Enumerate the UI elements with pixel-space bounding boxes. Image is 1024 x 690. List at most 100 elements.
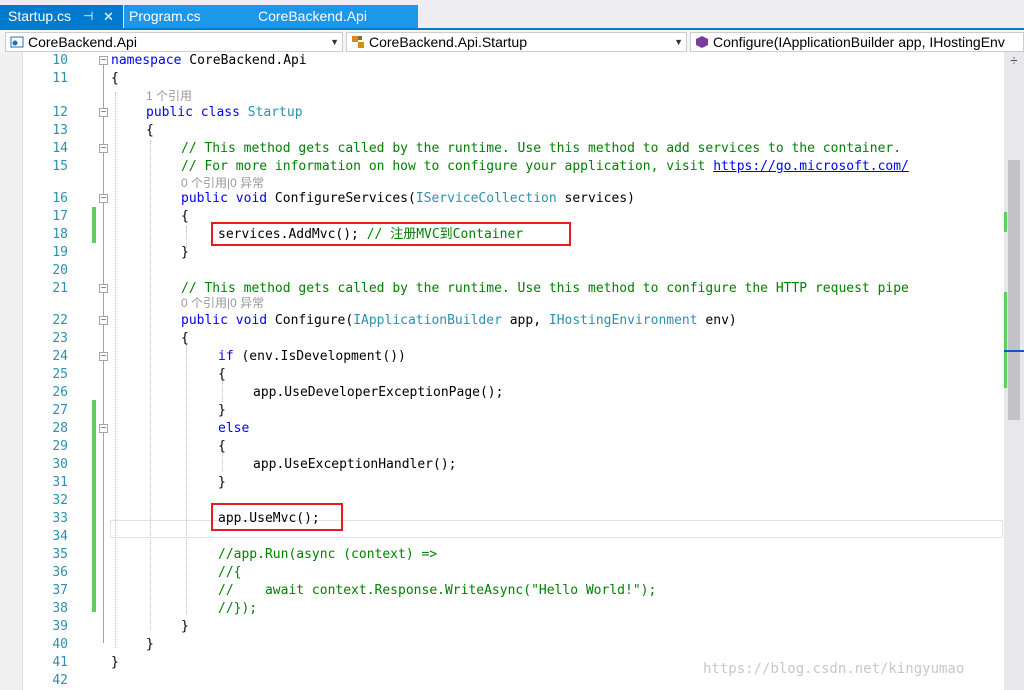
line-number: 14: [52, 141, 68, 156]
project-name: CoreBackend.Api: [28, 34, 137, 50]
comment: //app.Run(async (context) =>: [218, 547, 438, 562]
type-name: IHostingEnvironment: [548, 313, 698, 328]
code-line: 40 }: [0, 636, 1004, 654]
code-line: 11 {: [0, 70, 1004, 88]
line-number: 38: [52, 601, 68, 616]
class-icon: [352, 36, 364, 48]
member-dropdown[interactable]: Configure(IApplicationBuilder app, IHost…: [690, 32, 1024, 52]
brace: }: [218, 403, 226, 418]
codelens-references[interactable]: 1 个引用: [146, 88, 192, 104]
type-name: IApplicationBuilder: [353, 313, 502, 328]
method-icon: [696, 36, 708, 48]
brace: }: [218, 475, 226, 490]
close-icon[interactable]: ✕: [103, 5, 114, 28]
code-line: 28 − else: [0, 420, 1004, 438]
code-line: 15 // For more information on how to con…: [0, 158, 1004, 176]
code-line: 30 app.UseExceptionHandler();: [0, 456, 1004, 474]
keyword: public void: [181, 313, 268, 328]
collapse-icon[interactable]: −: [99, 144, 108, 154]
line-number: 25: [52, 367, 68, 382]
tab-program-cs[interactable]: Program.cs: [129, 5, 201, 28]
line-number: 37: [52, 583, 68, 598]
tab-label: Startup.cs: [8, 8, 72, 24]
line-number: 20: [52, 263, 68, 278]
line-number: 11: [52, 71, 68, 86]
parameter: app,: [501, 313, 549, 328]
line-number: 30: [52, 457, 68, 472]
line-number: 19: [52, 245, 68, 260]
navigation-bar: CoreBackend.Api ▼ CoreBackend.Api.Startu…: [0, 30, 1024, 53]
brace: {: [146, 123, 154, 138]
code-line: 21 − // This method gets called by the r…: [0, 280, 1004, 298]
change-marker: [1004, 292, 1007, 388]
tab-corebackend-api[interactable]: CoreBackend.Api: [258, 5, 367, 28]
code-line: 32: [0, 492, 1004, 510]
brace: {: [218, 367, 226, 382]
code-line: 23 {: [0, 330, 1004, 348]
brace: }: [181, 245, 189, 260]
comment: // For more information on how to config…: [181, 159, 714, 174]
line-number: 29: [52, 439, 68, 454]
line-number: 21: [52, 281, 68, 296]
collapse-icon[interactable]: −: [99, 108, 108, 118]
method-name: Configure(: [267, 313, 354, 328]
line-number: 42: [52, 673, 68, 688]
line-number: 36: [52, 565, 68, 580]
class-name: CoreBackend.Api.Startup: [369, 34, 527, 50]
keyword: public void: [181, 191, 268, 206]
codelens-references[interactable]: 0 个引用|0 异常: [181, 175, 264, 191]
code-line: 38 //});: [0, 600, 1004, 618]
code-line: 27 }: [0, 402, 1004, 420]
collapse-icon[interactable]: −: [99, 284, 108, 294]
watermark-text: https://blog.csdn.net/kingyumao: [703, 661, 965, 677]
collapse-icon[interactable]: −: [99, 316, 108, 326]
comment-link[interactable]: https://go.microsoft.com/: [713, 159, 909, 174]
chevron-down-icon: ▼: [330, 37, 339, 47]
tab-startup-cs[interactable]: Startup.cs ⊣ ✕: [0, 5, 123, 28]
code-line: 20: [0, 262, 1004, 280]
line-number: 10: [52, 53, 68, 68]
highlight-box: [211, 222, 571, 246]
csharp-project-icon: [10, 36, 24, 48]
brace: {: [181, 331, 189, 346]
line-number: 15: [52, 159, 68, 174]
code-editor[interactable]: 10 − namespace CoreBackend.Api 11 { 1 个引…: [0, 52, 1024, 690]
code-line: 34: [0, 528, 1004, 546]
code-line: 39 }: [0, 618, 1004, 636]
parameter: env): [697, 313, 737, 328]
keyword: namespace: [111, 53, 182, 68]
statement: app.UseExceptionHandler();: [253, 457, 457, 472]
code-line: 29 {: [0, 438, 1004, 456]
collapse-icon[interactable]: −: [99, 424, 108, 434]
pin-icon[interactable]: ⊣: [83, 5, 93, 28]
line-number: 17: [52, 209, 68, 224]
brace: {: [181, 209, 189, 224]
code-line: 10 − namespace CoreBackend.Api: [0, 52, 1004, 70]
line-number: 31: [52, 475, 68, 490]
line-number: 13: [52, 123, 68, 138]
code-line: 16 − public void ConfigureServices(IServ…: [0, 190, 1004, 208]
line-number: 18: [52, 227, 68, 242]
code-line: 12 − public class Startup: [0, 104, 1004, 122]
code-line: 14 − // This method gets called by the r…: [0, 140, 1004, 158]
class-dropdown[interactable]: CoreBackend.Api.Startup ▼: [346, 32, 687, 52]
brace: {: [111, 71, 119, 86]
caret-position-marker: [1004, 350, 1024, 352]
chevron-down-icon: ▼: [674, 37, 683, 47]
code-line: 31 }: [0, 474, 1004, 492]
method-name: ConfigureServices(: [267, 191, 416, 206]
collapse-icon[interactable]: −: [99, 352, 108, 362]
parameter: services): [556, 191, 635, 206]
line-number: 27: [52, 403, 68, 418]
code-line: 19 }: [0, 244, 1004, 262]
collapse-icon[interactable]: −: [99, 56, 108, 66]
split-window-icon[interactable]: ÷: [1007, 54, 1021, 68]
collapse-icon[interactable]: −: [99, 194, 108, 204]
scrollbar-thumb[interactable]: [1008, 160, 1020, 420]
code-line: 24 − if (env.IsDevelopment()): [0, 348, 1004, 366]
project-dropdown[interactable]: CoreBackend.Api ▼: [5, 32, 343, 52]
comment: // await context.Response.WriteAsync("He…: [218, 583, 657, 598]
code-line: 25 {: [0, 366, 1004, 384]
codelens-references[interactable]: 0 个引用|0 异常: [181, 295, 264, 311]
vertical-scrollbar[interactable]: ÷: [1004, 52, 1024, 690]
